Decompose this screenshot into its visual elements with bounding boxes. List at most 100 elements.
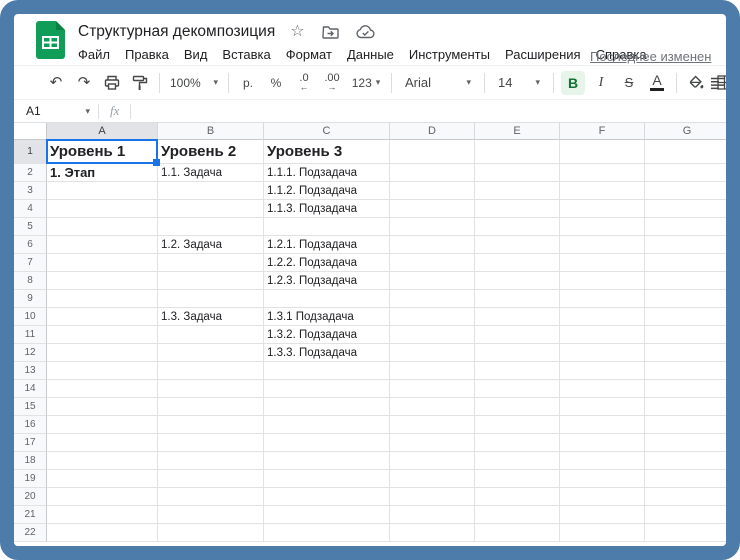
cell-A15[interactable] <box>47 398 158 416</box>
cell-B13[interactable] <box>158 362 264 380</box>
cell-A13[interactable] <box>47 362 158 380</box>
cell-E22[interactable] <box>475 524 560 542</box>
row-header-3[interactable]: 3 <box>14 182 47 200</box>
cell-B9[interactable] <box>158 290 264 308</box>
cell-F21[interactable] <box>560 506 645 524</box>
cell-C22[interactable] <box>264 524 390 542</box>
cell-F22[interactable] <box>560 524 645 542</box>
cell-D9[interactable] <box>390 290 475 308</box>
row-header-13[interactable]: 13 <box>14 362 47 380</box>
cell-B10[interactable]: 1.3. Задача <box>158 308 264 326</box>
cell-C11[interactable]: 1.3.2. Подзадача <box>264 326 390 344</box>
row-header-11[interactable]: 11 <box>14 326 47 344</box>
cell-G1[interactable] <box>645 140 726 164</box>
cell-C19[interactable] <box>264 470 390 488</box>
cell-G21[interactable] <box>645 506 726 524</box>
cell-E9[interactable] <box>475 290 560 308</box>
row-header-19[interactable]: 19 <box>14 470 47 488</box>
cell-F1[interactable] <box>560 140 645 164</box>
cell-C3[interactable]: 1.1.2. Подзадача <box>264 182 390 200</box>
cell-E10[interactable] <box>475 308 560 326</box>
cell-E1[interactable] <box>475 140 560 164</box>
cell-G13[interactable] <box>645 362 726 380</box>
cell-A8[interactable] <box>47 272 158 290</box>
cell-F10[interactable] <box>560 308 645 326</box>
cell-F20[interactable] <box>560 488 645 506</box>
menu-extensions[interactable]: Расширения <box>505 47 581 62</box>
redo-button[interactable]: ↷ <box>72 71 96 95</box>
row-header-14[interactable]: 14 <box>14 380 47 398</box>
cell-D1[interactable] <box>390 140 475 164</box>
cell-F3[interactable] <box>560 182 645 200</box>
cell-G9[interactable] <box>645 290 726 308</box>
cell-D16[interactable] <box>390 416 475 434</box>
column-header-D[interactable]: D <box>390 123 475 140</box>
cell-B1[interactable]: Уровень 2 <box>158 140 264 164</box>
menu-edit[interactable]: Правка <box>125 47 169 62</box>
paint-format-button[interactable] <box>128 71 152 95</box>
cell-E15[interactable] <box>475 398 560 416</box>
cell-C4[interactable]: 1.1.3. Подзадача <box>264 200 390 218</box>
cell-B6[interactable]: 1.2. Задача <box>158 236 264 254</box>
cell-C2[interactable]: 1.1.1. Подзадача <box>264 164 390 182</box>
cell-C13[interactable] <box>264 362 390 380</box>
cell-D21[interactable] <box>390 506 475 524</box>
cell-A18[interactable] <box>47 452 158 470</box>
cell-C15[interactable] <box>264 398 390 416</box>
column-header-G[interactable]: G <box>645 123 726 140</box>
cloud-status-icon[interactable] <box>356 25 375 39</box>
cell-D8[interactable] <box>390 272 475 290</box>
cell-G17[interactable] <box>645 434 726 452</box>
cell-C5[interactable] <box>264 218 390 236</box>
cell-F5[interactable] <box>560 218 645 236</box>
cell-F12[interactable] <box>560 344 645 362</box>
cell-A20[interactable] <box>47 488 158 506</box>
increase-decimals-button[interactable]: .00 → <box>320 71 344 95</box>
cell-D20[interactable] <box>390 488 475 506</box>
cell-B19[interactable] <box>158 470 264 488</box>
cell-E21[interactable] <box>475 506 560 524</box>
cell-E13[interactable] <box>475 362 560 380</box>
cell-G10[interactable] <box>645 308 726 326</box>
cell-B14[interactable] <box>158 380 264 398</box>
cell-B17[interactable] <box>158 434 264 452</box>
cell-E18[interactable] <box>475 452 560 470</box>
row-header-10[interactable]: 10 <box>14 308 47 326</box>
cell-F8[interactable] <box>560 272 645 290</box>
cell-D6[interactable] <box>390 236 475 254</box>
cell-B11[interactable] <box>158 326 264 344</box>
cell-A19[interactable] <box>47 470 158 488</box>
cell-A4[interactable] <box>47 200 158 218</box>
cell-E14[interactable] <box>475 380 560 398</box>
cell-A1[interactable]: Уровень 1 <box>47 140 158 164</box>
cell-G7[interactable] <box>645 254 726 272</box>
cell-C1[interactable]: Уровень 3 <box>264 140 390 164</box>
menu-view[interactable]: Вид <box>184 47 208 62</box>
cell-B12[interactable] <box>158 344 264 362</box>
cell-A3[interactable] <box>47 182 158 200</box>
row-header-15[interactable]: 15 <box>14 398 47 416</box>
cell-B22[interactable] <box>158 524 264 542</box>
cell-G8[interactable] <box>645 272 726 290</box>
cell-G18[interactable] <box>645 452 726 470</box>
cell-D10[interactable] <box>390 308 475 326</box>
cell-A9[interactable] <box>47 290 158 308</box>
cell-A21[interactable] <box>47 506 158 524</box>
cell-B5[interactable] <box>158 218 264 236</box>
menu-file[interactable]: Файл <box>78 47 110 62</box>
cell-D5[interactable] <box>390 218 475 236</box>
fill-color-button[interactable] <box>684 71 708 95</box>
cell-C18[interactable] <box>264 452 390 470</box>
percent-format-button[interactable]: % <box>264 71 288 95</box>
cell-F16[interactable] <box>560 416 645 434</box>
cell-D13[interactable] <box>390 362 475 380</box>
cell-E8[interactable] <box>475 272 560 290</box>
cell-E16[interactable] <box>475 416 560 434</box>
column-header-B[interactable]: B <box>158 123 264 140</box>
cell-D15[interactable] <box>390 398 475 416</box>
italic-button[interactable]: I <box>589 71 613 95</box>
cell-D17[interactable] <box>390 434 475 452</box>
column-header-F[interactable]: F <box>560 123 645 140</box>
cell-A5[interactable] <box>47 218 158 236</box>
cell-A2[interactable]: 1. Этап <box>47 164 158 182</box>
